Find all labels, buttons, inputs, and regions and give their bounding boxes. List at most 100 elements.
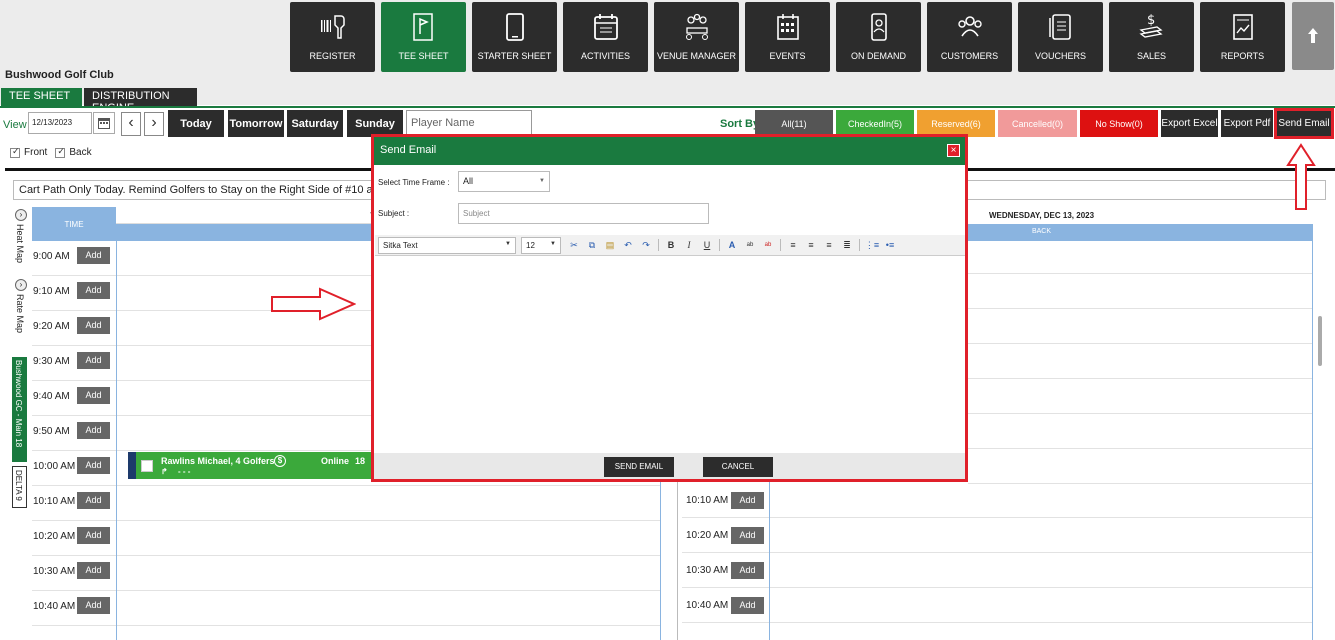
rate-map-toggle-icon[interactable]: › [15,279,27,291]
add-tee-time-button[interactable]: Add [731,492,764,509]
align-left-icon[interactable]: ≡ [784,240,802,250]
nav-activities-button[interactable]: ACTIVITIES [563,2,648,72]
cut-icon[interactable]: ✂ [565,240,583,251]
calendar-picker-button[interactable] [93,112,115,134]
heat-map-toggle-icon[interactable]: › [15,209,27,221]
close-icon[interactable]: × [947,144,960,157]
nav-reports-button[interactable]: REPORTS [1200,2,1285,72]
email-body-editor[interactable] [375,257,965,453]
rate-map-label[interactable]: Rate Map [15,294,25,333]
add-tee-time-button[interactable]: Add [77,492,110,509]
copy-icon[interactable]: ⧉ [583,240,601,251]
filter-all-button[interactable]: All(11) [755,110,833,137]
booking-marker [128,452,136,479]
dialog-header: Send Email × [374,137,965,165]
timeframe-select[interactable]: All ▼ [458,171,550,192]
sunday-button[interactable]: Sunday [347,110,403,137]
add-tee-time-button[interactable]: Add [77,247,110,264]
next-day-button[interactable]: › [144,112,164,136]
people-table-icon [654,12,739,42]
filter-no-show-button[interactable]: No Show(0) [1080,110,1158,137]
nav-sales-button[interactable]: $ SALES [1109,2,1194,72]
date-input[interactable]: 12/13/2023 [28,112,92,134]
grid-line [968,273,1313,274]
nav-venue-manager-button[interactable]: VENUE MANAGER [654,2,739,72]
add-tee-time-button[interactable]: Add [77,387,110,404]
font-family-select[interactable]: Sitka Text ▼ [378,236,516,254]
ordered-list-icon[interactable]: ⋮≡ [863,240,881,251]
nav-vouchers-button[interactable]: VOUCHERS [1018,2,1103,72]
paste-icon[interactable]: ▤ [601,240,619,251]
tab-tee-sheet[interactable]: TEE SHEET [1,88,82,106]
delta-tab[interactable]: DELTA 9 [12,466,27,508]
italic-icon[interactable]: I [680,240,698,250]
tomorrow-button[interactable]: Tomorrow [228,110,284,137]
align-center-icon[interactable]: ≡ [802,240,820,250]
add-tee-time-button[interactable]: Add [77,597,110,614]
vertical-scrollbar[interactable] [1318,316,1322,366]
toolbar-separator [780,239,781,251]
subscript-icon[interactable]: ab [759,242,777,248]
add-tee-time-button[interactable]: Add [77,352,110,369]
subject-input[interactable]: Subject [458,203,709,224]
add-tee-time-button[interactable]: Add [731,562,764,579]
export-pdf-button[interactable]: Export Pdf [1221,110,1273,137]
player-name-input[interactable]: Player Name [406,110,532,137]
add-tee-time-button[interactable]: Add [77,562,110,579]
undo-icon[interactable]: ↶ [619,240,637,251]
filter-cancelled-button[interactable]: Cancelled(0) [998,110,1077,137]
send-email-submit-button[interactable]: SEND EMAIL [604,457,674,477]
nav-on-demand-button[interactable]: ON DEMAND [836,2,921,72]
send-email-button[interactable]: Send Email [1274,108,1334,139]
align-justify-icon[interactable]: ≣ [838,240,856,251]
underline-icon[interactable]: U [698,240,716,250]
bullet-list-icon[interactable]: •≡ [881,240,899,250]
redo-icon[interactable]: ↷ [637,240,655,251]
font-color-icon[interactable]: A [723,240,741,250]
add-tee-time-button[interactable]: Add [77,527,110,544]
scroll-up-button[interactable] [1292,2,1334,70]
nav-customers-button[interactable]: CUSTOMERS [927,2,1012,72]
grid-line [968,448,1313,449]
superscript-icon[interactable]: ab [741,242,759,248]
front-checkbox[interactable] [10,146,20,158]
column-separator [660,482,661,640]
timeframe-label: Select Time Frame : [378,178,450,187]
add-tee-time-button[interactable]: Add [77,282,110,299]
chevron-down-icon: ▼ [505,240,511,247]
cancel-button[interactable]: CANCEL [703,457,773,477]
calendar-list-icon [563,12,648,42]
add-tee-time-button[interactable]: Add [77,457,110,474]
saturday-button[interactable]: Saturday [287,110,343,137]
chevron-down-icon: ▼ [539,178,545,184]
club-name: Bushwood Golf Club [5,69,114,81]
add-tee-time-button[interactable]: Add [731,527,764,544]
add-tee-time-button[interactable]: Add [77,422,110,439]
export-excel-button[interactable]: Export Excel [1161,110,1218,137]
bold-icon[interactable]: B [662,240,680,250]
nav-tee-sheet-button[interactable]: TEE SHEET [381,2,466,72]
nav-register-button[interactable]: REGISTER [290,2,375,72]
add-tee-time-button[interactable]: Add [77,317,110,334]
timeframe-value: All [463,176,474,186]
booking-checkbox[interactable] [141,460,153,472]
course-tab[interactable]: Bushwood GC - Main 18 [12,357,27,462]
booking-card[interactable]: Rawlins Michael, 4 Golfers $ Online 18 ↱… [128,452,373,479]
heat-map-label[interactable]: Heat Map [15,224,25,263]
back-checkbox[interactable] [55,146,66,158]
chevron-down-icon: ▼ [550,240,556,247]
nav-starter-sheet-button[interactable]: STARTER SHEET [472,2,557,72]
svg-text:$: $ [1147,13,1155,28]
toolbar-separator [658,239,659,251]
tab-distribution-engine[interactable]: DISTRIBUTION ENGINE [84,88,197,114]
grid-line [968,308,1313,309]
align-right-icon[interactable]: ≡ [820,240,838,250]
filter-reserved-button[interactable]: Reserved(6) [917,110,995,137]
font-size-select[interactable]: 12 ▼ [521,236,561,254]
filter-checkedin-button[interactable]: CheckedIn(5) [836,110,914,137]
table-row: 10:40 AM Add [682,588,1313,623]
previous-day-button[interactable]: ‹ [121,112,141,136]
today-button[interactable]: Today [168,110,224,137]
add-tee-time-button[interactable]: Add [731,597,764,614]
nav-events-button[interactable]: EVENTS [745,2,830,72]
